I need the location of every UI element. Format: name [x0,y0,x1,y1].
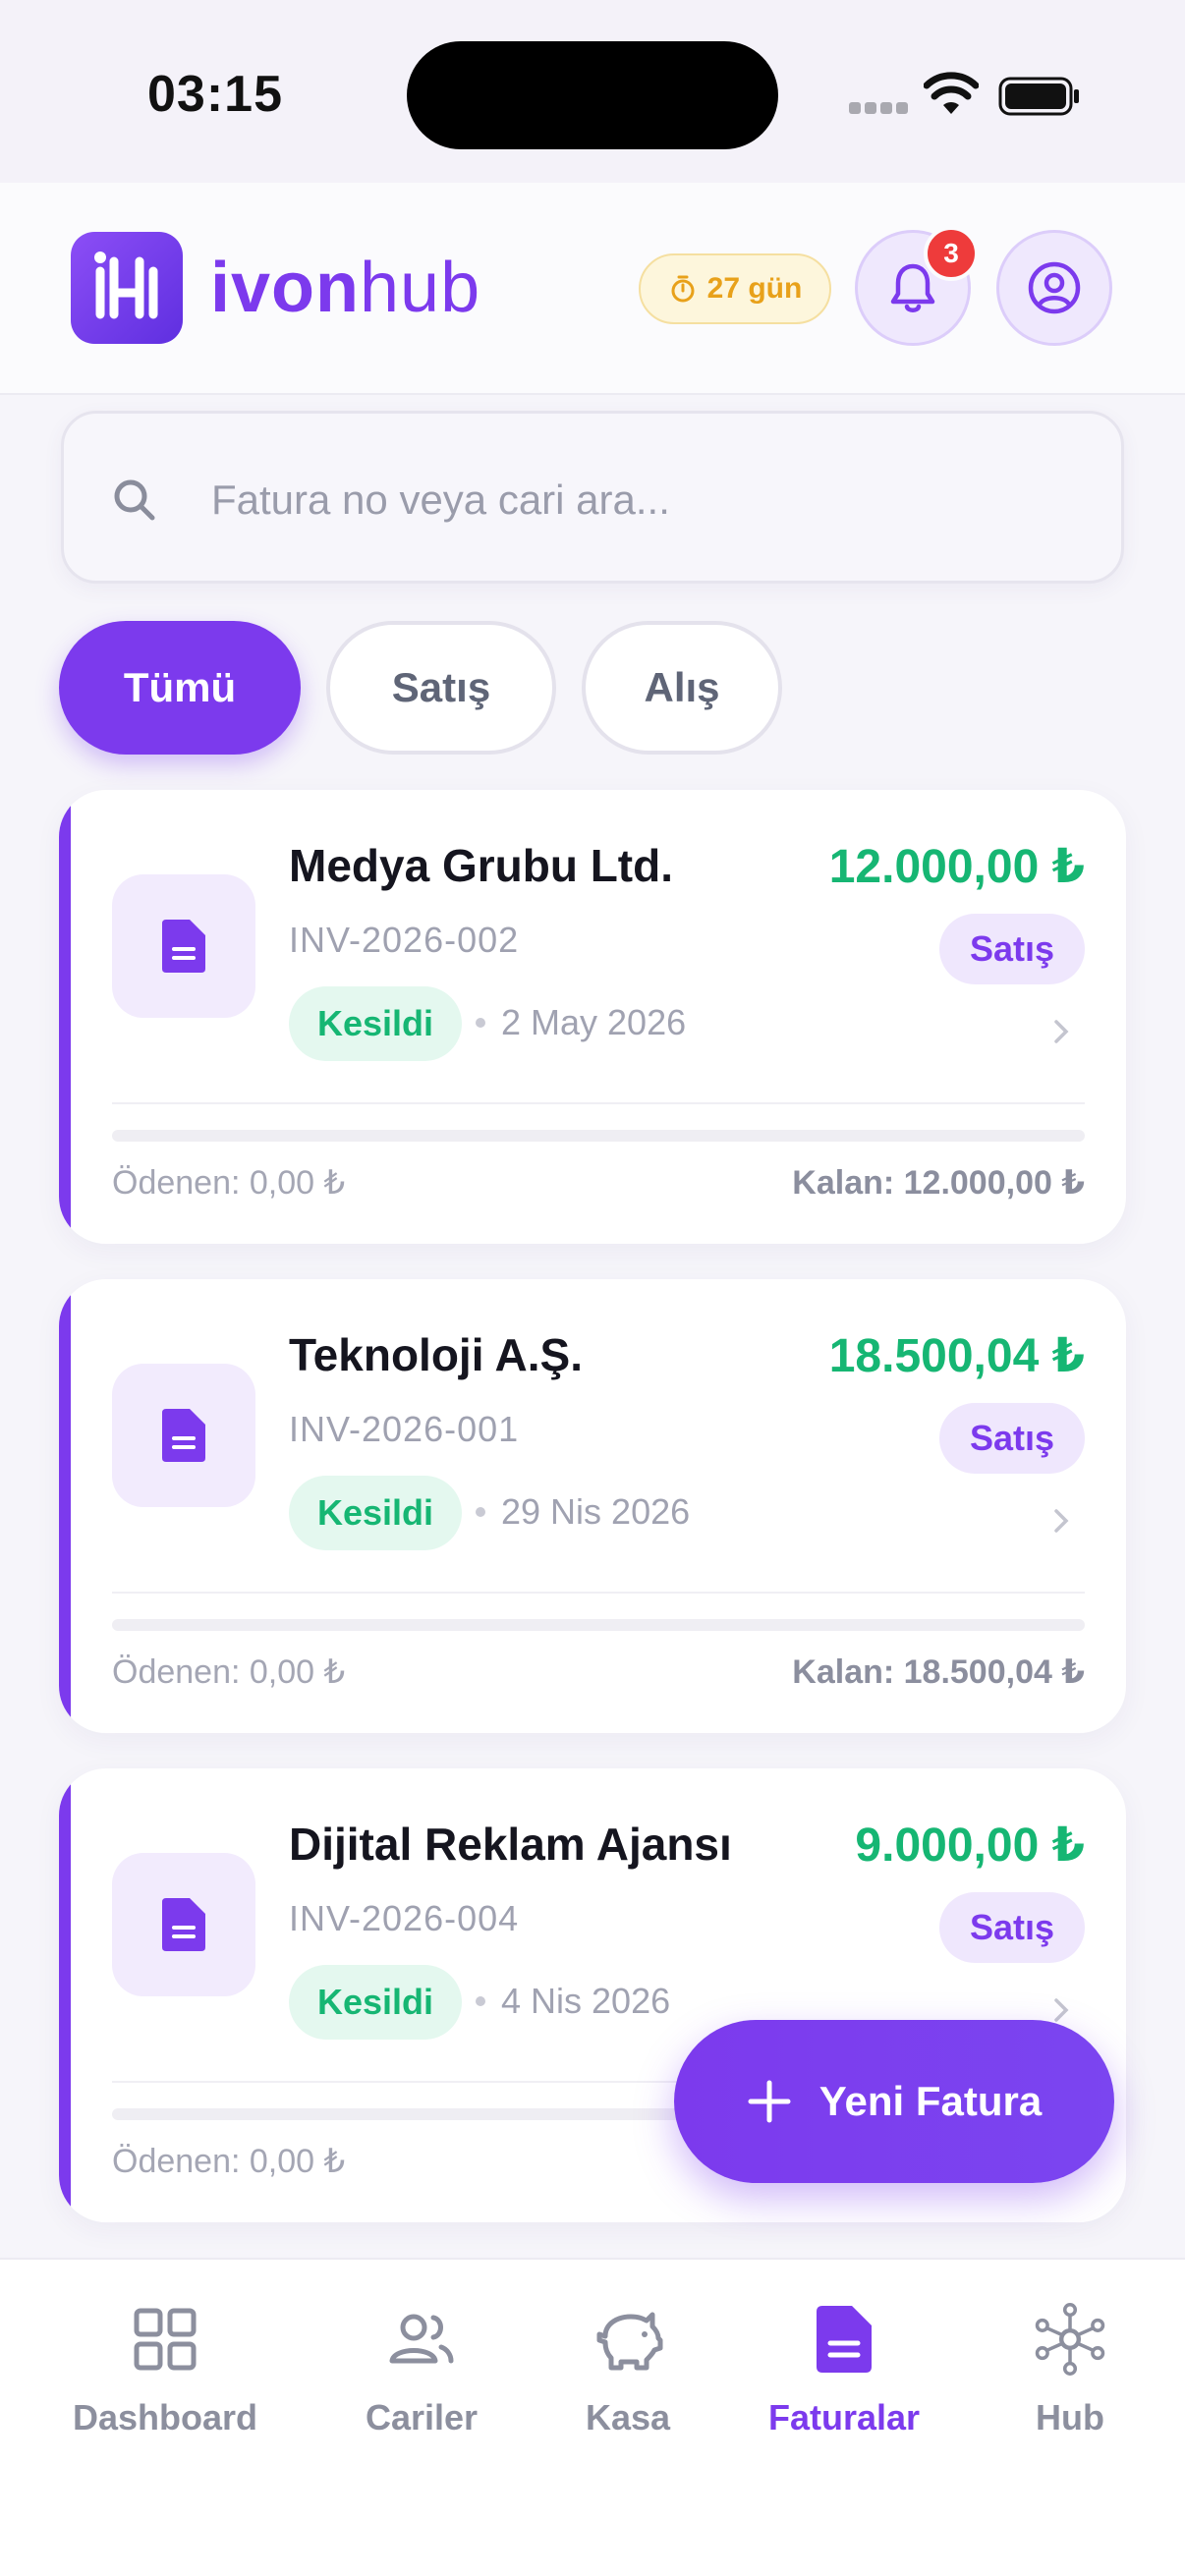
payment-progress-bar [112,1619,1085,1631]
invoice-amount: 12.000,00 ₺ [828,841,1085,893]
logo-wordmark: ivonhub [210,248,480,328]
invoice-amount: 18.500,04 ₺ [828,1330,1085,1382]
invoice-customer-name: Medya Grubu Ltd. [289,840,673,891]
stopwatch-icon [671,275,695,303]
app-header: ivonhub 27 gün 3 [0,183,1185,395]
invoice-card[interactable]: Medya Grubu Ltd. 12.000,00 ₺ INV-2026-00… [59,790,1126,1244]
paid-amount: Ödenen: 0,00 ₺ [112,2143,346,2180]
notification-count-badge: 3 [924,226,979,281]
separator-dot [476,1018,485,1028]
chevron-right-icon [1054,1509,1069,1533]
trial-days-label: 27 gün [706,272,803,305]
wifi-icon [924,72,979,114]
document-icon [817,2306,873,2373]
remaining-amount: Kalan: 18.500,04 ₺ [792,1653,1085,1691]
chevron-right-icon [1054,1998,1069,2022]
logo-bold-text: ivon [210,249,361,327]
search-input[interactable] [211,459,1076,541]
search-bar [61,411,1124,584]
payment-progress-bar [112,1130,1085,1142]
invoice-card[interactable]: Teknoloji A.Ş. 18.500,04 ₺ INV-2026-001 … [59,1279,1126,1733]
new-invoice-label: Yeni Fatura [818,2078,1043,2124]
invoice-number: INV-2026-004 [289,1898,520,1938]
user-circle-icon [1028,261,1081,314]
invoice-date: 29 Nis 2026 [501,1491,691,1532]
document-icon [162,920,205,973]
nav-label-dashboard: Dashboard [73,2397,258,2437]
invoice-icon-box [112,874,255,1018]
invoice-icon-box [112,1364,255,1507]
paid-amount: Ödenen: 0,00 ₺ [112,1653,346,1691]
logo-mark[interactable] [71,232,183,344]
filter-sales-tab[interactable]: Satış [326,621,556,755]
remaining-amount: Kalan: 12.000,00 ₺ [792,1164,1085,1202]
invoice-type-badge: Satış [939,1403,1085,1474]
invoice-type-badge: Satış [939,914,1085,984]
invoice-customer-name: Teknoloji A.Ş. [289,1329,584,1380]
nav-item-dashboard[interactable]: Dashboard [73,2303,257,2438]
nav-item-faturalar[interactable]: Faturalar [768,2303,920,2438]
invoice-type-badge: Satış [939,1892,1085,1963]
chevron-right-icon [1054,1020,1069,1043]
invoice-status-badge: Kesildi [289,1965,462,2040]
document-icon [162,1409,205,1462]
separator-dot [476,1996,485,2006]
profile-button[interactable] [996,230,1112,346]
filter-all-tab[interactable]: Tümü [59,621,301,755]
piggy-bank-icon [596,2312,663,2371]
bottom-navigation: Dashboard Cariler Kasa Faturalar Hub [0,2258,1185,2576]
network-icon [1035,2303,1105,2376]
trial-days-badge[interactable]: 27 gün [639,253,831,324]
invoice-status-badge: Kesildi [289,986,462,1061]
status-time: 03:15 [147,66,283,123]
invoice-number: INV-2026-002 [289,920,520,960]
plus-icon [748,2080,791,2123]
filter-purchase-tab[interactable]: Alış [582,621,782,755]
nav-label-faturalar: Faturalar [768,2397,921,2437]
battery-icon [998,77,1079,116]
invoice-number: INV-2026-001 [289,1409,520,1449]
status-bar: 03:15 [0,0,1185,183]
cellular-signal-icon [849,102,910,114]
nav-item-kasa[interactable]: Kasa [586,2303,670,2438]
nav-label-kasa: Kasa [586,2397,671,2437]
invoice-amount: 9.000,00 ₺ [855,1820,1085,1872]
logo-light-text: hub [360,249,481,327]
new-invoice-button[interactable]: Yeni Fatura [674,2020,1114,2183]
nav-item-cariler[interactable]: Cariler [366,2303,478,2438]
dynamic-island [407,41,778,149]
nav-label-hub: Hub [1036,2397,1104,2437]
grid-icon [134,2308,197,2371]
invoice-date: 2 May 2026 [501,1002,687,1042]
separator-dot [476,1507,485,1517]
users-icon [389,2314,454,2364]
logo-icon [94,252,158,319]
search-icon [114,479,155,521]
nav-label-cariler: Cariler [366,2397,479,2437]
paid-amount: Ödenen: 0,00 ₺ [112,1164,346,1202]
card-divider [112,1592,1085,1594]
invoice-customer-name: Dijital Reklam Ajansı [289,1819,732,1870]
card-divider [112,1102,1085,1104]
document-icon [162,1898,205,1951]
invoice-status-badge: Kesildi [289,1476,462,1550]
invoice-date: 4 Nis 2026 [501,1981,671,2021]
invoice-icon-box [112,1853,255,1996]
nav-item-hub[interactable]: Hub [1034,2303,1106,2438]
